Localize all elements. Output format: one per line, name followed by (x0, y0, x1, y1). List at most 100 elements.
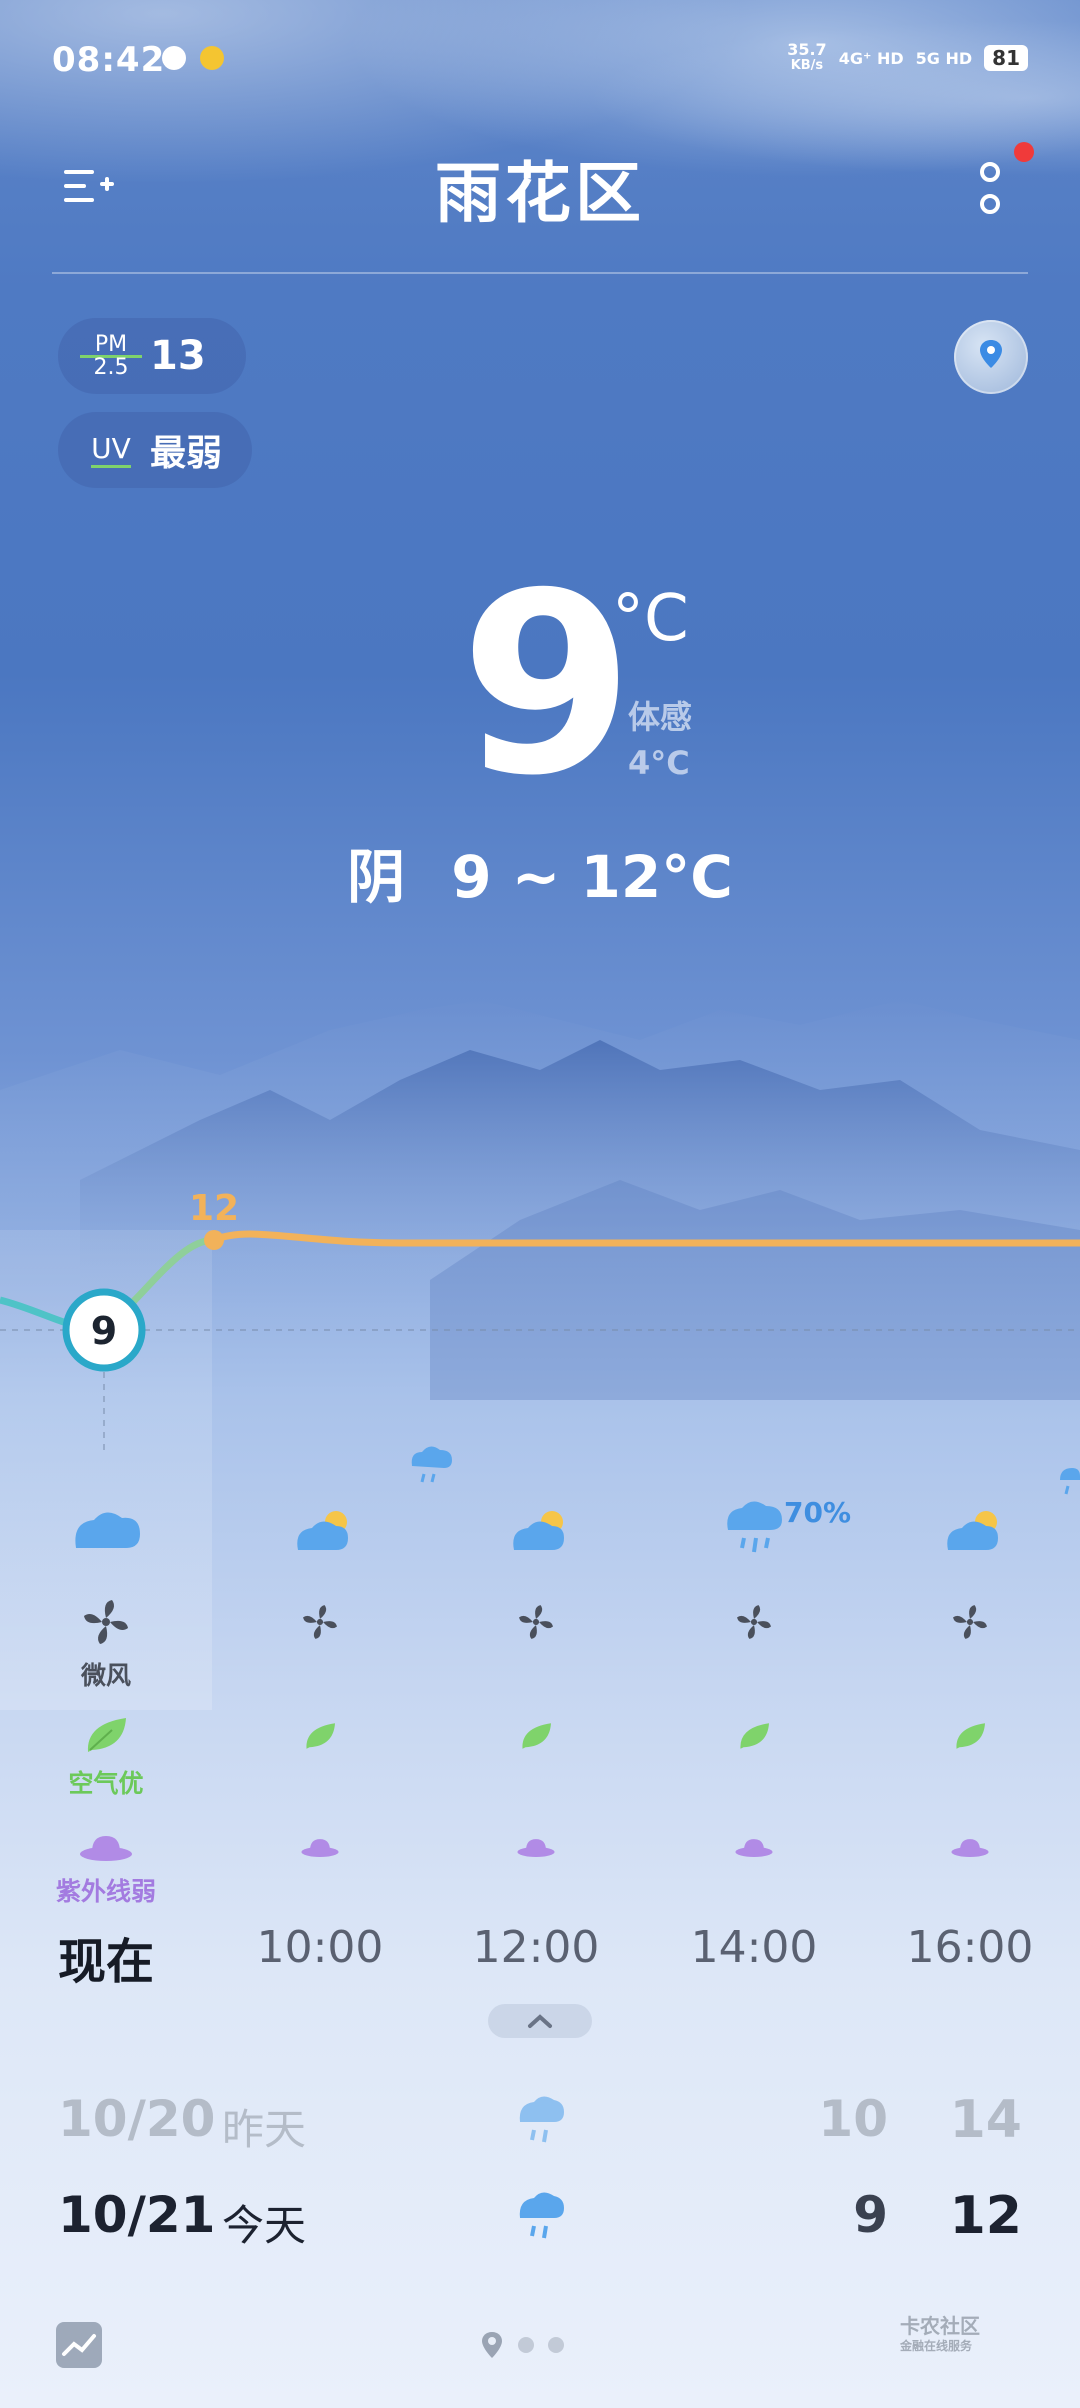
daily-row-yesterday[interactable]: 10/20 昨天 10 14 (0, 2090, 1080, 2180)
net-unit: KB/s (790, 58, 824, 73)
uv-value: 最弱 (150, 433, 223, 474)
hourly-uv: 紫外线弱 (0, 1830, 1080, 1906)
wind-10 (250, 1602, 390, 1646)
leaf-icon (956, 1723, 985, 1749)
status-time: 08:42 (52, 40, 166, 80)
uv-chip[interactable]: UV 最弱 (58, 412, 252, 488)
header-divider (52, 272, 1028, 274)
cloud-sun-icon (947, 1511, 998, 1550)
sun-hat-icon (80, 1836, 132, 1861)
wind-12 (466, 1602, 606, 1646)
uv-now: 紫外线弱 (36, 1830, 176, 1908)
trend-icon (62, 2334, 96, 2356)
wind-now: 微风 (36, 1596, 176, 1692)
location-pin-icon (980, 340, 1002, 368)
hourly-air: 空气优 (0, 1714, 1080, 1798)
uv-14 (684, 1834, 824, 1864)
hour-labels: 现在 10:00 12:00 14:00 16:00 (0, 1922, 1080, 1990)
now-temp-marker-label: 9 (91, 1309, 117, 1353)
globe-icon (162, 46, 186, 70)
day-high: 12 (949, 2186, 1022, 2246)
leaf-icon (87, 1718, 126, 1752)
air-14 (684, 1720, 824, 1756)
hour-label-now[interactable]: 现在 (36, 1922, 176, 1992)
uv-16 (900, 1834, 1040, 1864)
net-speed: 35.7 (787, 40, 827, 59)
day-name: 昨天 (222, 2105, 307, 2154)
page-dot[interactable] (518, 2337, 534, 2353)
trend-chart-button[interactable] (56, 2322, 102, 2368)
leaf-icon (740, 1723, 769, 1749)
cloud-sun-icon (513, 1511, 564, 1550)
fan-icon (953, 1605, 987, 1639)
fan-icon (84, 1600, 128, 1644)
uv-hour-label: 紫外线弱 (55, 1877, 156, 1906)
pm25-chip[interactable]: PM 2.5 13 (58, 318, 246, 394)
feels-like: 体感 4°C (628, 694, 692, 786)
page-dot[interactable] (548, 2337, 564, 2353)
rain-icon (519, 2192, 564, 2239)
wind-label: 微风 (80, 1661, 131, 1690)
hour-label[interactable]: 14:00 (684, 1922, 824, 1973)
rain-small-icon (411, 1446, 452, 1483)
sim2-signal: 5G HD (915, 48, 973, 68)
watermark-subtitle: 金融在线服务 (900, 2339, 973, 2353)
day-date: 10/20 (58, 2090, 216, 2148)
leaf-icon (306, 1723, 335, 1749)
sun-hat-icon (301, 1839, 339, 1857)
condition-line: 阴 9 ~ 12°C (0, 830, 1080, 914)
hour-label[interactable]: 12:00 (466, 1922, 606, 1973)
air-16 (900, 1720, 1040, 1756)
page-indicator[interactable] (480, 2330, 564, 2360)
fan-icon (737, 1605, 771, 1639)
hour-label[interactable]: 10:00 (250, 1922, 390, 1973)
hour-label[interactable]: 16:00 (900, 1922, 1040, 1973)
day-high: 14 (949, 2090, 1022, 2150)
uv-12 (466, 1834, 606, 1864)
leaf-icon (522, 1723, 551, 1749)
day-low: 10 (818, 2090, 888, 2148)
location-dot-icon (482, 2332, 502, 2358)
fan-icon (519, 1605, 553, 1639)
air-12 (466, 1720, 606, 1756)
cloud-sun-icon (297, 1511, 348, 1550)
temp-range: 9 ~ 12°C (451, 843, 733, 911)
hourly-temp-chart: 9 12 (0, 1188, 1080, 1450)
sun-hat-icon (735, 1839, 773, 1857)
rain-edge-icon (1060, 1468, 1080, 1495)
day-low: 9 (853, 2186, 888, 2244)
hourly-icons: 70% (0, 1440, 1080, 1560)
rain-icon (519, 2096, 564, 2143)
day-date: 10/21 (58, 2186, 216, 2244)
sim1-signal: 4G⁺ HD (838, 48, 904, 68)
battery-level: 81 (984, 45, 1028, 71)
pm25-label: PM 2.5 (80, 333, 142, 378)
uv-10 (250, 1834, 390, 1864)
header: 雨花区 (0, 140, 1080, 232)
next-temp-point (204, 1230, 224, 1250)
hourly-wind: 微风 (0, 1596, 1080, 1690)
condition-text: 阴 (347, 843, 406, 911)
sun-hat-icon (951, 1839, 989, 1857)
wind-16 (900, 1602, 1040, 1646)
chevron-up-icon (528, 2014, 552, 2028)
more-vertical-icon[interactable] (975, 160, 1005, 220)
city-title[interactable]: 雨花区 (0, 140, 1080, 236)
sun-hat-icon (517, 1839, 555, 1857)
notification-dot (1014, 142, 1034, 162)
map-button[interactable] (954, 320, 1028, 394)
air-10 (250, 1720, 390, 1756)
feels-value: 4°C (628, 744, 690, 782)
status-bar: 08:42 35.7 KB/s 4G⁺ HD 5G HD 81 (52, 40, 1028, 90)
forecast-temp-line (212, 1230, 1080, 1247)
fan-icon (303, 1605, 337, 1639)
uv-label: UV (80, 431, 142, 468)
coin-icon (200, 46, 224, 70)
watermark-title: 卡农社区 (900, 2314, 980, 2338)
expand-button[interactable] (488, 2004, 592, 2038)
pm25-value: 13 (150, 333, 206, 379)
wind-14 (684, 1602, 824, 1646)
daily-row-today[interactable]: 10/21 今天 9 12 (0, 2186, 1080, 2276)
next-temp-label: 12 (189, 1188, 239, 1229)
watermark: 卡农社区 金融在线服务 (900, 2316, 980, 2356)
